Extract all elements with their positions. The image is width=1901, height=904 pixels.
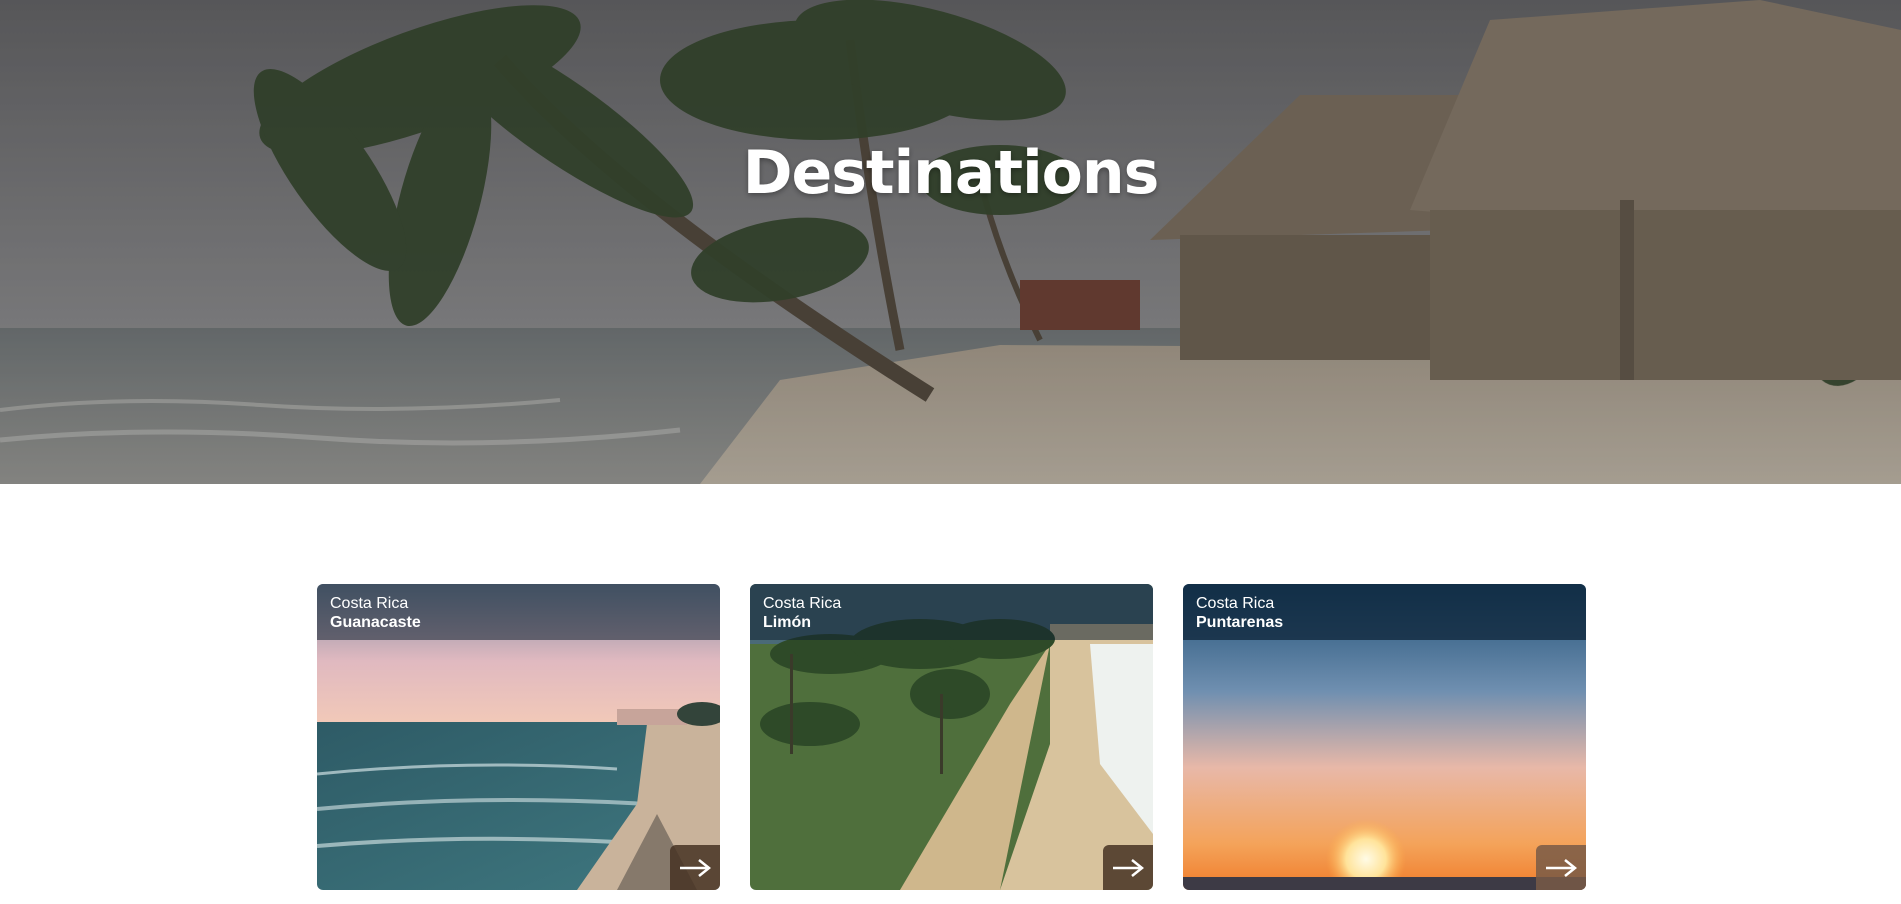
arrow-right-icon [680, 858, 712, 877]
card-arrow-button[interactable] [1103, 845, 1153, 890]
destination-card-guanacaste[interactable]: Costa Rica Guanacaste [317, 584, 720, 890]
card-arrow-button[interactable] [1536, 845, 1586, 890]
destination-card-puntarenas[interactable]: Costa Rica Puntarenas [1183, 584, 1586, 890]
destination-cards: Costa Rica Guanacaste Costa Rica Limón C… [317, 584, 1587, 890]
hero-beach-image [0, 0, 1901, 484]
card-country: Costa Rica [763, 595, 842, 612]
card-region: Guanacaste [330, 614, 421, 631]
hero-banner: Destinations [0, 0, 1901, 484]
card-country: Costa Rica [330, 595, 409, 612]
card-arrow-button[interactable] [670, 845, 720, 890]
destination-card-limon[interactable]: Costa Rica Limón [750, 584, 1153, 890]
page-title: Destinations [742, 138, 1160, 208]
card-header: Costa Rica Guanacaste [317, 584, 720, 640]
arrow-right-icon [1113, 858, 1145, 877]
card-header: Costa Rica Limón [750, 584, 1153, 640]
card-region: Puntarenas [1196, 614, 1284, 631]
arrow-right-icon [1546, 858, 1578, 877]
card-header: Costa Rica Puntarenas [1183, 584, 1586, 640]
card-region: Limón [763, 614, 811, 631]
card-country: Costa Rica [1196, 595, 1275, 612]
